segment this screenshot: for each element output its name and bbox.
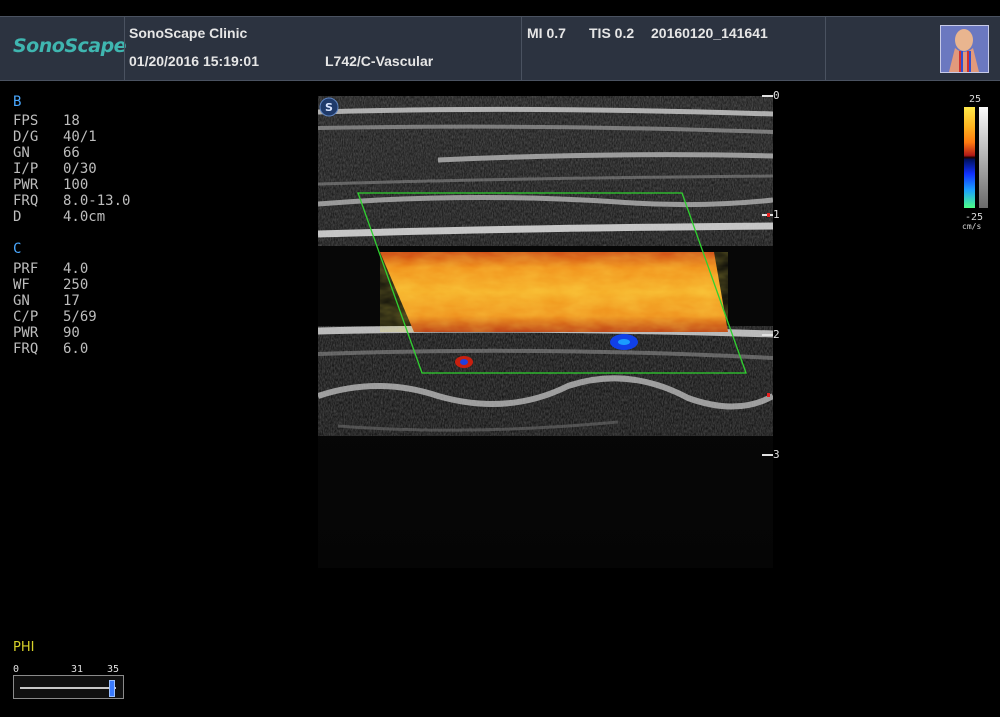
depth-label-2: 2 — [773, 328, 780, 341]
param-key: FPS — [13, 113, 39, 129]
param-key: PWR — [13, 177, 39, 193]
param-row: PRF 4.0 — [13, 261, 97, 277]
ultrasound-image[interactable]: S — [317, 96, 775, 568]
param-key: C/P — [13, 309, 39, 325]
b-mode-parameters: FPS 18 D/G 40/1 GN 66 I/P 0/30 PWR 100 FRQ 8.0-13.0… — [13, 113, 130, 225]
param-value: 90 — [63, 325, 80, 341]
ultrasound-scan: S — [317, 96, 775, 568]
param-key: GN — [13, 145, 30, 161]
param-value: 6.0 — [63, 341, 89, 357]
param-value: 5/69 — [63, 309, 97, 325]
param-value: 4.0 — [63, 261, 89, 277]
param-value: 17 — [63, 293, 80, 309]
param-key: GN — [13, 293, 30, 309]
param-value: 18 — [63, 113, 80, 129]
color-scale-max: 25 — [969, 94, 982, 105]
body-marker-thumbnail[interactable] — [940, 25, 989, 73]
mechanical-index: MI 0.7 — [527, 25, 566, 41]
thermal-index: TIS 0.2 — [589, 25, 635, 41]
param-row: D 4.0cm — [13, 209, 130, 225]
param-value: 8.0-13.0 — [63, 193, 131, 209]
probe-preset: L742/C-Vascular — [325, 53, 434, 69]
depth-label-0: 0 — [773, 89, 780, 102]
color-mode-label: C — [13, 241, 22, 257]
param-key: PWR — [13, 325, 39, 341]
param-row: C/P 5/69 — [13, 309, 97, 325]
depth-label-3: 3 — [773, 448, 780, 461]
param-key: FRQ — [13, 193, 39, 209]
phi-max: 35 — [107, 664, 120, 675]
phi-slider[interactable] — [13, 675, 124, 699]
color-mode-parameters: PRF 4.0 WF 250 GN 17 C/P 5/69 PWR 90 FRQ 6.0 — [13, 261, 97, 357]
b-mode-label: B — [13, 94, 22, 110]
neck-anatomy-icon — [941, 26, 988, 72]
color-velocity-bar — [964, 107, 975, 208]
param-row: FRQ 6.0 — [13, 341, 97, 357]
gray-scale-bar — [979, 107, 988, 208]
param-row: WF 250 — [13, 277, 97, 293]
param-row: FPS 18 — [13, 113, 130, 129]
exam-file-id: 20160120_141641 — [651, 25, 768, 41]
clinic-name: SonoScape Clinic — [129, 25, 248, 41]
param-row: D/G 40/1 — [13, 129, 130, 145]
param-key: PRF — [13, 261, 39, 277]
phi-mid: 31 — [71, 664, 84, 675]
phi-label: PHI — [13, 640, 35, 655]
phi-min: 0 — [13, 664, 20, 675]
param-value: 40/1 — [63, 129, 97, 145]
param-key: FRQ — [13, 341, 39, 357]
param-value: 100 — [63, 177, 89, 193]
param-key: D — [13, 209, 22, 225]
param-row: I/P 0/30 — [13, 161, 130, 177]
param-row: GN 17 — [13, 293, 97, 309]
header-bar: SonoScape SonoScape Clinic 01/20/2016 15… — [0, 16, 1000, 81]
brand-logo: SonoScape — [13, 35, 127, 57]
param-row: PWR 100 — [13, 177, 130, 193]
param-value: 250 — [63, 277, 89, 293]
image-badge: S — [325, 101, 333, 114]
depth-label-1: 1 — [773, 208, 780, 221]
param-key: D/G — [13, 129, 39, 145]
phi-slider-track[interactable] — [20, 687, 116, 689]
phi-slider-thumb[interactable] — [108, 680, 115, 697]
param-value: 66 — [63, 145, 80, 161]
param-key: WF — [13, 277, 30, 293]
exam-datetime: 01/20/2016 15:19:01 — [129, 53, 259, 69]
param-row: FRQ 8.0-13.0 — [13, 193, 130, 209]
header-divider — [521, 17, 522, 80]
header-divider — [124, 17, 125, 80]
param-key: I/P — [13, 161, 39, 177]
param-row: GN 66 — [13, 145, 130, 161]
header-divider — [825, 17, 826, 80]
param-value: 0/30 — [63, 161, 97, 177]
param-value: 4.0cm — [63, 209, 106, 225]
param-row: PWR 90 — [13, 325, 97, 341]
color-scale-unit: cm/s — [962, 222, 982, 231]
